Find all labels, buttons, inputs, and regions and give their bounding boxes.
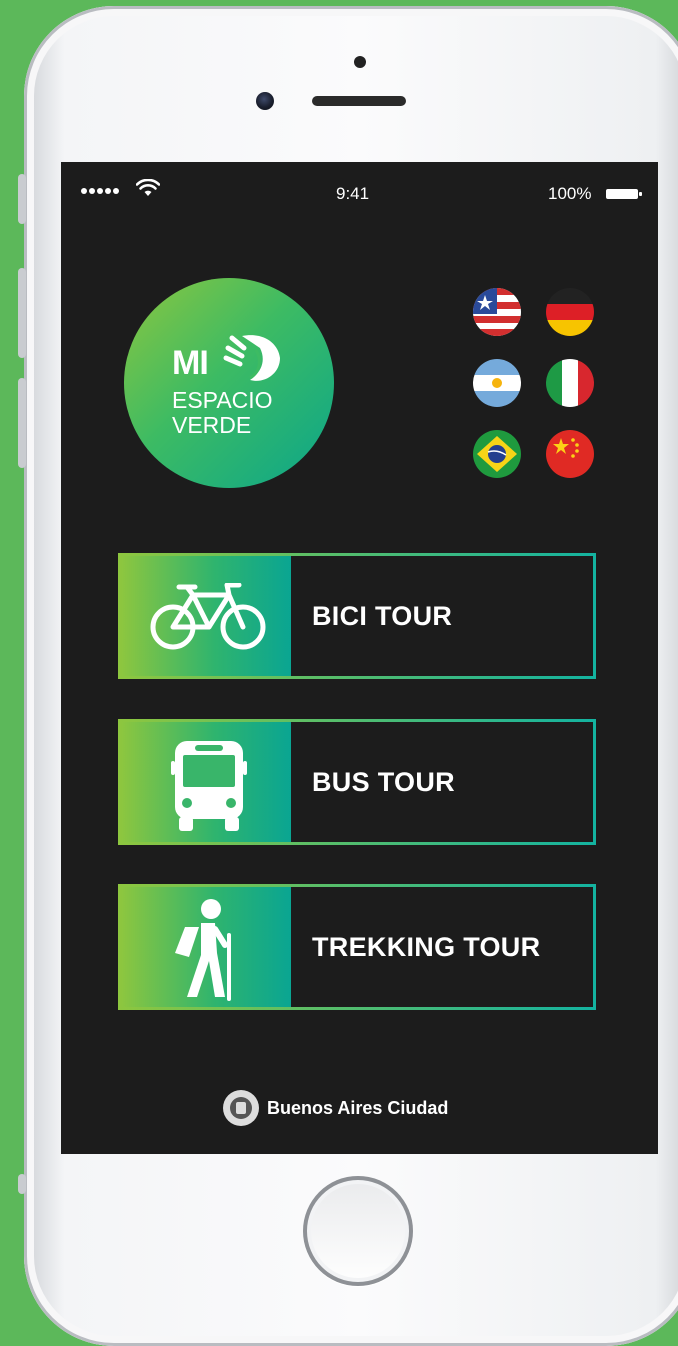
germany-flag-icon[interactable] bbox=[546, 288, 594, 336]
hand-leaf-icon bbox=[222, 326, 284, 393]
trekking-tour-icon-box bbox=[121, 887, 291, 1007]
front-camera bbox=[256, 92, 274, 110]
battery-percent: 100% bbox=[548, 184, 592, 203]
bus-tour-icon-box bbox=[121, 722, 291, 842]
brazil-flag-icon[interactable] bbox=[473, 430, 521, 478]
footer-text: Buenos Aires Ciudad bbox=[267, 1097, 449, 1118]
mi-espacio-verde-logo: MI ESPACIO VERDE bbox=[124, 278, 334, 488]
bici-tour-icon-box bbox=[121, 556, 291, 676]
city-crest-icon bbox=[223, 1090, 259, 1126]
home-button[interactable] bbox=[303, 1176, 413, 1286]
earpiece-speaker bbox=[312, 96, 406, 106]
volume-up-button bbox=[18, 268, 26, 358]
hiker-icon bbox=[175, 899, 231, 1001]
battery-icon bbox=[606, 189, 642, 199]
bici-tour-label: BICI TOUR bbox=[312, 600, 453, 631]
proximity-sensor bbox=[354, 56, 366, 68]
app-screen: 9:41 100% MI ESPACIO VERDE BICI TOUR BUS… bbox=[61, 162, 658, 1154]
status-bar: 9:41 100% bbox=[61, 162, 658, 228]
logo-text-mi: MI bbox=[172, 344, 209, 382]
bus-icon bbox=[171, 741, 247, 831]
wifi-icon bbox=[135, 178, 161, 202]
italy-flag-icon[interactable] bbox=[546, 359, 594, 407]
logo-text-verde: VERDE bbox=[172, 412, 252, 438]
trekking-tour-button[interactable]: TREKKING TOUR bbox=[118, 884, 596, 1010]
side-detail bbox=[18, 1174, 26, 1194]
argentina-flag-icon[interactable] bbox=[473, 359, 521, 407]
volume-down-button bbox=[18, 378, 26, 468]
bus-tour-button[interactable]: BUS TOUR bbox=[118, 719, 596, 845]
status-time: 9:41 bbox=[336, 184, 370, 203]
usa-flag-icon[interactable] bbox=[473, 288, 521, 336]
trekking-tour-label: TREKKING TOUR bbox=[312, 931, 541, 962]
bici-tour-button[interactable]: BICI TOUR bbox=[118, 553, 596, 679]
bus-tour-label: BUS TOUR bbox=[312, 766, 455, 797]
china-flag-icon[interactable] bbox=[546, 430, 594, 478]
logo-text-espacio: ESPACIO bbox=[172, 387, 273, 413]
mute-switch bbox=[18, 174, 26, 224]
signal-strength-icon bbox=[81, 186, 121, 197]
bicycle-icon bbox=[150, 583, 266, 650]
footer-branding: Buenos Aires Ciudad bbox=[223, 1090, 448, 1126]
